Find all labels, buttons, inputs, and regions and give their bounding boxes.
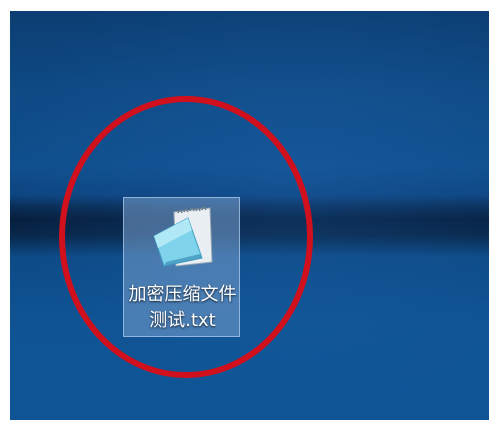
screenshot-frame: 加密压缩文件 测试.txt xyxy=(0,0,500,429)
file-name-label: 加密压缩文件 测试.txt xyxy=(124,282,241,334)
desktop-file-icon[interactable]: 加密压缩文件 测试.txt xyxy=(123,197,240,337)
notepad-text-file-icon xyxy=(153,206,213,267)
file-name-line2: 测试.txt xyxy=(149,310,216,331)
file-name-line1: 加密压缩文件 xyxy=(128,284,237,305)
desktop[interactable]: 加密压缩文件 测试.txt xyxy=(10,11,489,420)
